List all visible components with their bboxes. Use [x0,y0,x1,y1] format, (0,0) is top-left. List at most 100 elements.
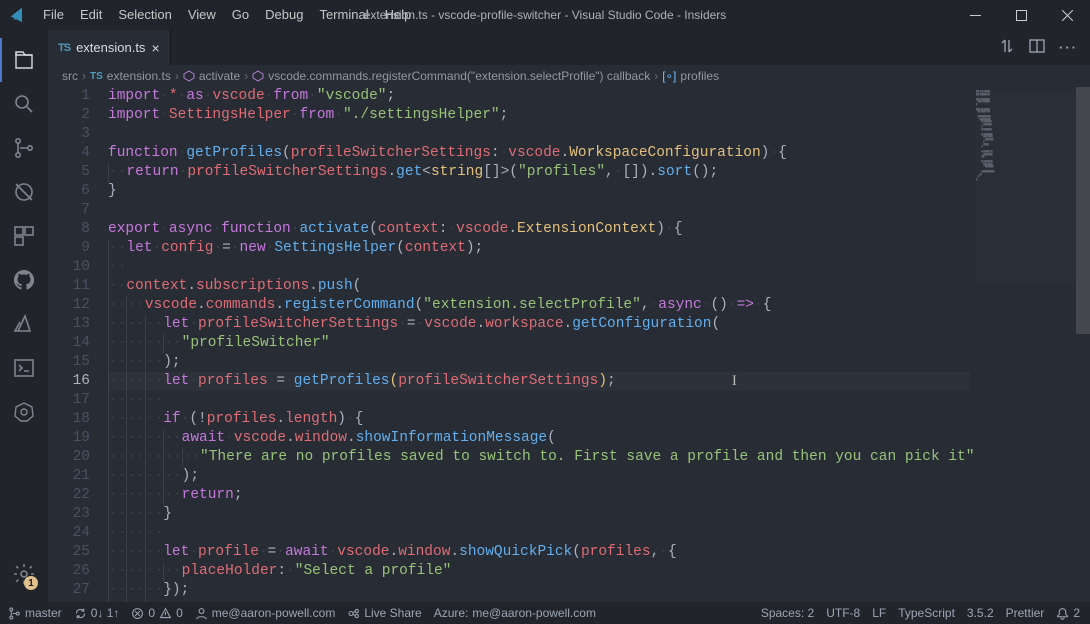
tab-actions: ··· [999,30,1090,65]
breadcrumb-symbol[interactable]: activate [199,69,240,83]
breadcrumbs[interactable]: src › TS extension.ts › activate › vscod… [48,65,1090,87]
indentation-status[interactable]: Spaces: 2 [761,606,814,620]
line-number: 12 [48,296,90,315]
git-branch-status[interactable]: master [8,606,62,620]
code-line[interactable]: ········await·vscode.window.showInformat… [108,429,970,448]
chevron-right-icon: › [175,69,179,83]
breadcrumb-symbol[interactable]: profiles [680,69,719,83]
vscode-logo-icon [0,7,35,23]
github-icon[interactable] [0,258,48,302]
menu-file[interactable]: File [35,0,72,30]
problems-status[interactable]: 0 0 [131,606,182,620]
code-line[interactable]: ······} [108,505,970,524]
source-control-icon[interactable] [0,126,48,170]
menu-debug[interactable]: Debug [257,0,311,30]
vertical-scrollbar[interactable] [1076,87,1090,602]
breadcrumb-file[interactable]: extension.ts [107,69,171,83]
minimize-button[interactable] [952,0,998,30]
code-line[interactable]: ······}); [108,581,970,600]
settings-gear-icon[interactable]: 1 [0,552,48,596]
code-line[interactable]: ······ [108,524,970,543]
code-line[interactable]: ······if·(!profiles.length)·{ [108,410,970,429]
code-line[interactable]: ······let·profileSwitcherSettings·=·vsco… [108,315,970,334]
encoding-status[interactable]: UTF-8 [826,606,860,620]
search-icon[interactable] [0,82,48,126]
azure-icon[interactable] [0,302,48,346]
prettier-status[interactable]: Prettier [1006,606,1045,620]
code-line[interactable]: ··let·config·=·new·SettingsHelper(contex… [108,239,970,258]
code-line[interactable]: import·SettingsHelper·from·"./settingsHe… [108,106,970,125]
compare-changes-icon[interactable] [999,38,1015,57]
menu-edit[interactable]: Edit [72,0,110,30]
code-line[interactable]: } [108,182,970,201]
line-number: 17 [48,391,90,410]
line-number: 14 [48,334,90,353]
code-line[interactable]: ········"profileSwitcher" [108,334,970,353]
line-number: 26 [48,562,90,581]
code-line[interactable]: ··return·profileSwitcherSettings.get<str… [108,163,970,182]
git-sync-status[interactable]: 0↓ 1↑ [74,606,120,620]
line-number: 24 [48,524,90,543]
line-number: 20 [48,448,90,467]
live-share-status[interactable]: Live Share [347,606,421,620]
line-number: 25 [48,543,90,562]
maximize-button[interactable] [998,0,1044,30]
line-number: 1 [48,87,90,106]
azure-account-status[interactable]: Azure: me@aaron-powell.com [434,606,596,620]
code-line[interactable]: function·getProfiles(profileSwitcherSett… [108,144,970,163]
breadcrumb-symbol[interactable]: vscode.commands.registerCommand("extensi… [268,69,650,83]
code-line[interactable]: ··········"There are no profiles saved t… [108,448,970,467]
menu-selection[interactable]: Selection [110,0,179,30]
close-button[interactable] [1044,0,1090,30]
status-bar: master 0↓ 1↑ 0 0 me@aaron-powell.com Liv… [0,602,1090,624]
more-actions-icon[interactable]: ··· [1059,40,1078,55]
language-mode-status[interactable]: TypeScript [898,606,955,620]
code-line[interactable]: ······let·profile·=·await·vscode.window.… [108,543,970,562]
code-line[interactable]: export·async·function·activate(context:·… [108,220,970,239]
terminal-panel-icon[interactable] [0,346,48,390]
code-line[interactable]: ········placeHolder:·"Select a profile" [108,562,970,581]
chevron-right-icon: › [244,69,248,83]
code-line[interactable] [108,201,970,220]
text-cursor: I [732,372,737,391]
extensions-icon[interactable] [0,214,48,258]
scrollbar-thumb[interactable] [1076,87,1090,334]
code-line[interactable] [108,125,970,144]
eol-status[interactable]: LF [872,606,886,620]
line-number: 13 [48,315,90,334]
code-line[interactable]: ····vscode.commands.registerCommand("ext… [108,296,970,315]
code-line[interactable]: import·*·as·vscode·from·"vscode"; [108,87,970,106]
kubernetes-icon[interactable] [0,390,48,434]
account-status[interactable]: me@aaron-powell.com [195,606,336,620]
code-line[interactable]: ········); [108,467,970,486]
split-editor-icon[interactable] [1029,38,1045,57]
notifications-status[interactable]: 2 [1056,606,1080,620]
method-icon [252,70,264,82]
minimap[interactable]: ███ █ ██ █████████ ████████ ██████ █████… [976,91,1076,598]
line-number-gutter: 1234567891011121314151617181920212223242… [48,87,108,602]
code-line[interactable]: ······let·profiles·=·getProfiles(profile… [108,372,970,391]
tab-close-icon[interactable]: × [151,40,159,56]
debug-icon[interactable] [0,170,48,214]
line-number: 21 [48,467,90,486]
explorer-icon[interactable] [0,38,48,82]
line-number: 15 [48,353,90,372]
code-line[interactable]: ······ [108,391,970,410]
menu-go[interactable]: Go [224,0,257,30]
code-editor[interactable]: 1234567891011121314151617181920212223242… [48,87,1090,602]
menu-view[interactable]: View [180,0,224,30]
typescript-file-icon: TS [58,42,70,54]
editor-tab[interactable]: TS extension.ts × [48,30,171,65]
line-number: 16 [48,372,90,391]
title-bar: FileEditSelectionViewGoDebugTerminalHelp… [0,0,1090,30]
code-line[interactable]: ·· [108,258,970,277]
typescript-version-status[interactable]: 3.5.2 [967,606,994,620]
breadcrumb-folder[interactable]: src [62,69,78,83]
menu-bar: FileEditSelectionViewGoDebugTerminalHelp [35,0,419,30]
code-area[interactable]: import·*·as·vscode·from·"vscode";import·… [108,87,970,602]
variable-icon: [∘] [662,69,676,83]
code-line[interactable]: ········return; [108,486,970,505]
code-line[interactable]: ······); [108,353,970,372]
line-number: 10 [48,258,90,277]
code-line[interactable]: ··context.subscriptions.push( [108,277,970,296]
